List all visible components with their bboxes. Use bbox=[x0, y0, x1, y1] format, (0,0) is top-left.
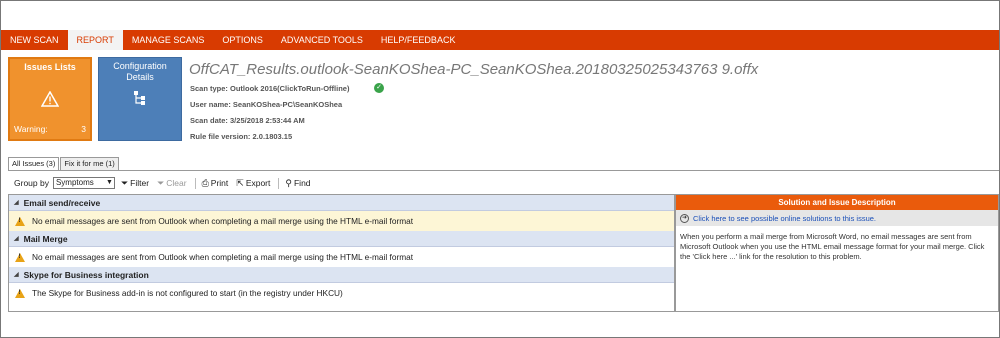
export-label: Export bbox=[245, 178, 271, 188]
export-button[interactable]: ⇱ Export bbox=[236, 178, 270, 189]
find-label: Find bbox=[293, 178, 311, 188]
group-header-email-send-receive[interactable]: ◢ Email send/receive bbox=[9, 195, 674, 211]
warning-icon bbox=[15, 252, 25, 262]
group-title: Skype for Business integration bbox=[23, 269, 149, 280]
arrow-right-circle-icon: ➜ bbox=[680, 213, 689, 223]
filter-button[interactable]: ⏷ Filter bbox=[121, 178, 149, 189]
collapse-caret-icon[interactable]: ◢ bbox=[14, 235, 19, 242]
config-tile-title: Configuration Details bbox=[113, 61, 167, 82]
configuration-details-tile[interactable]: Configuration Details bbox=[98, 57, 182, 141]
user-name: User name: SeanKOShea-PC\SeanKOShea bbox=[190, 100, 343, 109]
solution-description: When you perform a mail merge from Micro… bbox=[680, 232, 985, 261]
solution-heading: Solution and Issue Description bbox=[676, 195, 998, 210]
menu-manage-scans[interactable]: MANAGE SCANS bbox=[123, 30, 214, 50]
printer-icon: ⎙ bbox=[201, 177, 209, 188]
print-button[interactable]: ⎙ Print bbox=[202, 178, 229, 189]
group-header-skype-for-business[interactable]: ◢ Skype for Business integration bbox=[9, 267, 674, 283]
menu-report[interactable]: REPORT bbox=[67, 30, 123, 50]
issue-text: No email messages are sent from Outlook … bbox=[32, 252, 414, 262]
toolbar-separator bbox=[278, 177, 280, 189]
warning-triangle-icon bbox=[10, 90, 90, 109]
clear-button[interactable]: ⏷ Clear bbox=[157, 178, 187, 189]
warning-icon bbox=[15, 216, 25, 226]
check-icon: ✓ bbox=[374, 83, 384, 93]
online-solutions-link[interactable]: ➜ Click here to see possible online solu… bbox=[676, 210, 998, 226]
group-by-select[interactable]: Symptoms ▼ bbox=[52, 177, 115, 189]
issues-tile-title: Issues Lists bbox=[24, 62, 76, 72]
filter-label: Filter bbox=[130, 178, 150, 188]
issues-list-panel: ◢ Email send/receive No email messages a… bbox=[8, 194, 675, 312]
issue-row[interactable]: No email messages are sent from Outlook … bbox=[9, 211, 674, 231]
clear-label: Clear bbox=[166, 178, 187, 188]
tab-all-issues[interactable]: All Issues (3) bbox=[8, 157, 60, 171]
app-window: NEW SCAN REPORT MANAGE SCANS OPTIONS ADV… bbox=[0, 0, 1000, 338]
menu-options[interactable]: OPTIONS bbox=[213, 30, 272, 50]
export-icon: ⇱ bbox=[236, 177, 244, 188]
warning-icon bbox=[15, 288, 25, 298]
online-solutions-link-text[interactable]: Click here to see possible online soluti… bbox=[693, 214, 876, 223]
scan-type: Scan type: Outlook 2016(ClickToRun-Offli… bbox=[190, 84, 350, 93]
collapse-caret-icon[interactable]: ◢ bbox=[14, 199, 19, 206]
tab-fix-it-for-me[interactable]: Fix it for me (1) bbox=[60, 157, 119, 170]
print-label: Print bbox=[210, 178, 229, 188]
report-title: OffCAT_Results.outlook-SeanKOShea-PC_Sea… bbox=[189, 61, 759, 78]
collapse-caret-icon[interactable]: ◢ bbox=[14, 271, 19, 278]
tab-divider bbox=[8, 170, 999, 171]
toolbar: Group by Symptoms ▼ ⏷ Filter ⏷ Clear ⎙ P… bbox=[14, 176, 319, 190]
group-by-label: Group by bbox=[14, 178, 49, 188]
scan-date: Scan date: 3/25/2018 2:53:44 AM bbox=[190, 116, 305, 125]
issue-text: No email messages are sent from Outlook … bbox=[32, 216, 414, 226]
warning-label: Warning: bbox=[14, 124, 48, 134]
find-button[interactable]: ⚲ Find bbox=[285, 178, 310, 189]
issue-tabs: All Issues (3) Fix it for me (1) bbox=[8, 157, 120, 171]
group-title: Mail Merge bbox=[23, 233, 68, 244]
filter-icon: ⏷ bbox=[120, 177, 129, 188]
toolbar-separator bbox=[194, 177, 196, 189]
main-menu: NEW SCAN REPORT MANAGE SCANS OPTIONS ADV… bbox=[1, 30, 999, 50]
group-title: Email send/receive bbox=[23, 197, 101, 208]
menu-new-scan[interactable]: NEW SCAN bbox=[1, 30, 68, 50]
menu-advanced-tools[interactable]: ADVANCED TOOLS bbox=[272, 30, 372, 50]
issues-lists-tile[interactable]: Issues Lists Warning: 3 bbox=[8, 57, 92, 141]
rule-file-version: Rule file version: 2.0.1803.15 bbox=[190, 132, 293, 141]
tree-hierarchy-icon bbox=[99, 90, 181, 108]
warning-count: 3 bbox=[81, 124, 86, 134]
group-by-value: Symptoms bbox=[55, 178, 94, 187]
clear-filter-icon: ⏷ bbox=[157, 177, 165, 188]
group-header-mail-merge[interactable]: ◢ Mail Merge bbox=[9, 231, 674, 247]
menu-help-feedback[interactable]: HELP/FEEDBACK bbox=[372, 30, 465, 50]
issue-text: The Skype for Business add-in is not con… bbox=[32, 288, 343, 298]
chevron-down-icon: ▼ bbox=[106, 179, 113, 186]
issue-row[interactable]: The Skype for Business add-in is not con… bbox=[9, 283, 674, 303]
search-icon: ⚲ bbox=[285, 177, 292, 188]
issue-row[interactable]: No email messages are sent from Outlook … bbox=[9, 247, 674, 267]
solution-panel: Solution and Issue Description ➜ Click h… bbox=[675, 194, 999, 312]
